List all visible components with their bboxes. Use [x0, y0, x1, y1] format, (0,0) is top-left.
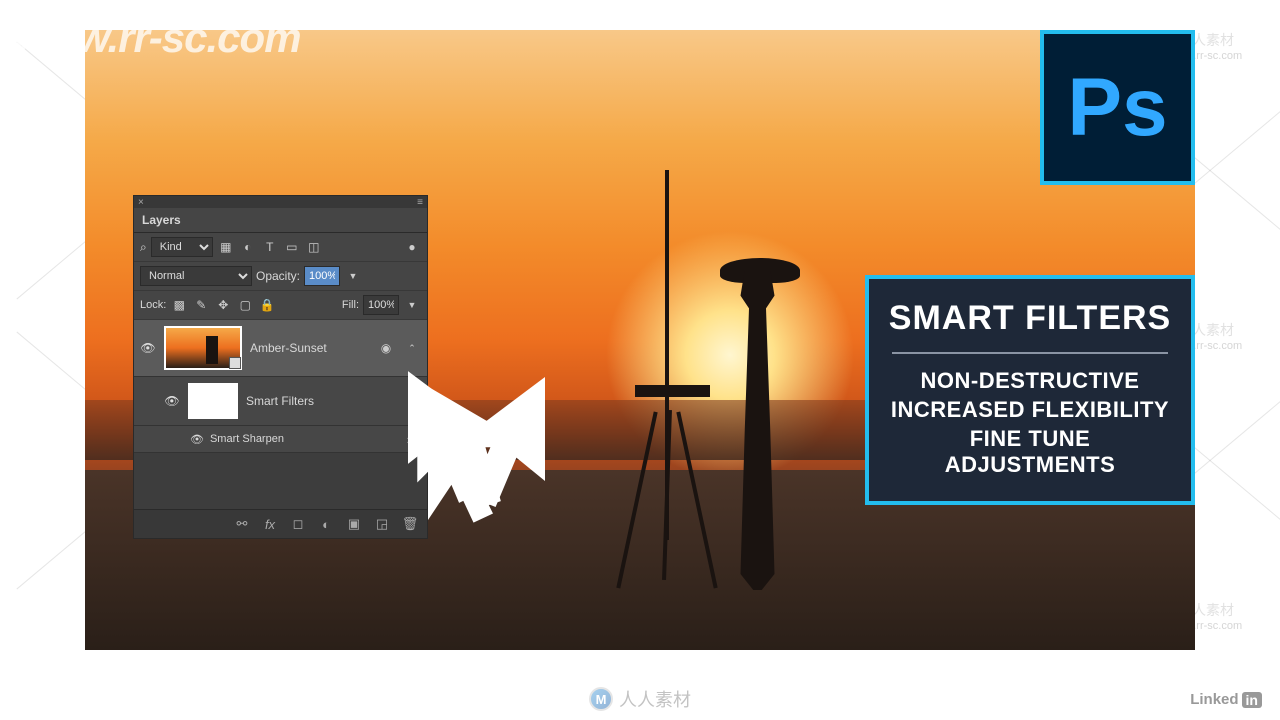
type-filter-icon[interactable]: T [261, 238, 279, 256]
lock-transparency-icon[interactable]: ▩ [170, 296, 188, 314]
layer-thumbnail[interactable] [164, 326, 242, 370]
smart-object-badge-icon [229, 357, 241, 369]
layers-panel: × ≡ Layers ⌕ Kind ▦ ◐ T ▭ ◫ ● Normal Opa… [133, 195, 428, 539]
fill-input[interactable] [363, 295, 399, 315]
shape-filter-icon[interactable]: ▭ [283, 238, 301, 256]
adjustment-layer-icon[interactable]: ◐ [317, 515, 335, 533]
smart-filters-label: Smart Filters [246, 394, 421, 408]
visibility-icon[interactable]: 👁 [164, 394, 180, 408]
layer-filter-fx-icon[interactable]: ◉ [377, 339, 395, 357]
opacity-dropdown-icon[interactable]: ▼ [344, 267, 362, 285]
adjustment-filter-icon[interactable]: ◐ [239, 238, 257, 256]
smartobj-filter-icon[interactable]: ◫ [305, 238, 323, 256]
panel-close-icon[interactable]: × [138, 197, 144, 208]
layer-name[interactable]: Amber-Sunset [250, 341, 369, 355]
blend-mode-select[interactable]: Normal [140, 266, 252, 286]
watermark-url: www.rr-sc.com [14, 14, 301, 62]
lock-artboard-icon[interactable]: ▢ [236, 296, 254, 314]
fill-dropdown-icon[interactable]: ▼ [403, 296, 421, 314]
photoshop-logo: Ps [1040, 30, 1195, 185]
opacity-label: Opacity: [256, 269, 300, 283]
divider [892, 352, 1168, 354]
layer-item-amber-sunset[interactable]: 👁 Amber-Sunset ◉ ⌃ [134, 320, 427, 377]
info-line: FINE TUNE ADJUSTMENTS [884, 426, 1176, 478]
ps-logo-text: Ps [1067, 61, 1167, 155]
bottom-brand: M 人人素材 [589, 686, 691, 712]
info-title: SMART FILTERS [884, 299, 1176, 338]
visibility-icon[interactable]: 👁 [190, 433, 204, 446]
smart-filters-row[interactable]: 👁 Smart Filters [134, 377, 427, 426]
search-icon: ⌕ [140, 240, 147, 255]
lock-all-icon[interactable]: 🔒 [258, 296, 276, 314]
info-line: INCREASED FLEXIBILITY [884, 397, 1176, 423]
panel-empty-area [134, 453, 427, 509]
arrow-annotation [408, 370, 538, 530]
panel-title: Layers [134, 208, 427, 233]
fx-icon[interactable]: fx [261, 515, 279, 533]
fill-label: Fill: [342, 299, 359, 311]
lock-brush-icon[interactable]: ✎ [192, 296, 210, 314]
collapse-icon[interactable]: ⌃ [403, 339, 421, 357]
lock-position-icon[interactable]: ✥ [214, 296, 232, 314]
info-box: SMART FILTERS NON-DESTRUCTIVE INCREASED … [865, 275, 1195, 505]
group-icon[interactable]: ▣ [345, 515, 363, 533]
panel-footer: ⚯ fx ◻ ◐ ▣ ◲ 🗑 [134, 509, 427, 538]
kind-select[interactable]: Kind [151, 237, 213, 257]
filter-toggle-icon[interactable]: ● [403, 238, 421, 256]
mask-icon[interactable]: ◻ [289, 515, 307, 533]
panel-menu-icon[interactable]: ≡ [417, 197, 423, 208]
lock-label: Lock: [140, 299, 166, 311]
filter-smart-sharpen[interactable]: 👁 Smart Sharpen ⚌ [134, 426, 427, 453]
new-layer-icon[interactable]: ◲ [373, 515, 391, 533]
visibility-icon[interactable]: 👁 [140, 341, 156, 355]
filter-name: Smart Sharpen [210, 433, 284, 445]
link-layers-icon[interactable]: ⚯ [233, 515, 251, 533]
image-filter-icon[interactable]: ▦ [217, 238, 235, 256]
opacity-input[interactable] [304, 266, 340, 286]
filter-type-row: ⌕ Kind ▦ ◐ T ▭ ◫ ● [134, 233, 427, 262]
filter-mask-thumbnail[interactable] [188, 383, 238, 419]
info-line: NON-DESTRUCTIVE [884, 368, 1176, 394]
lock-row: Lock: ▩ ✎ ✥ ▢ 🔒 Fill: ▼ [134, 291, 427, 320]
blend-row: Normal Opacity: ▼ [134, 262, 427, 291]
linkedin-badge: Linkedin [1190, 691, 1262, 708]
